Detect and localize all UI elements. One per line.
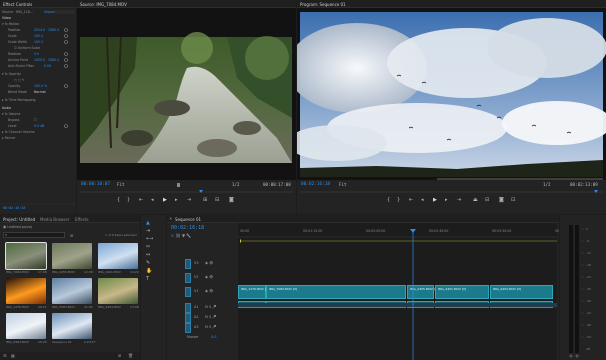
hand-tool-icon[interactable]: ✋ <box>146 267 153 275</box>
project-item-name: IMG_1276.MOV <box>6 305 29 309</box>
project-item-duration: 15:20 <box>38 340 47 344</box>
effect-controls-panel: Effect Controls Source · IMG_118... Sequ… <box>0 0 76 214</box>
tab-project[interactable]: Project: Untitled <box>3 217 35 222</box>
compare-icon[interactable]: ⊡ <box>511 197 515 203</box>
project-item-name: IMG_2993.MOV <box>6 340 29 344</box>
project-item-duration: 13:08 <box>130 305 139 309</box>
source-controls: { } ⇤ ◂ ▶ ▸ ⇥ ⊞ ⊟ ◙ <box>117 197 267 207</box>
selection-tool-icon[interactable]: ▲ <box>146 219 153 227</box>
project-search-input[interactable]: ⌕ <box>3 232 65 238</box>
source-monitor-panel: Source: IMG_7084.MOV 00:00:10:07 Fit 1/2… <box>77 0 296 214</box>
project-item-duration: 20:11 <box>38 305 47 309</box>
razor-tool-icon[interactable]: ✂ <box>146 243 153 251</box>
mark-out-icon[interactable]: } <box>397 197 400 203</box>
project-item-thumbnail[interactable] <box>52 243 92 269</box>
project-panel: Project: Untitled Media Browser Effects … <box>0 215 140 360</box>
project-item-thumbnail[interactable] <box>98 278 138 304</box>
overwrite-icon[interactable]: ⊟ <box>215 197 219 203</box>
pen-tool-icon[interactable]: ✎ <box>146 259 153 267</box>
track-select-icon[interactable]: ⇥ <box>146 227 153 235</box>
project-item-thumbnail[interactable] <box>5 242 47 270</box>
project-item-duration: 17:08 <box>38 270 47 274</box>
meter-bars <box>569 225 584 358</box>
mark-in-icon[interactable]: { <box>117 197 120 203</box>
master-label: Master <box>187 335 199 339</box>
delete-icon[interactable]: 🗑 <box>128 353 133 358</box>
audio-meter-panel: 0 -6 -12 -18 -24 -30 -36 -42 -48 -54 dB <box>560 215 606 360</box>
project-item-name: Sequence 01 <box>52 340 72 344</box>
list-view-icon[interactable]: ☰ <box>3 353 7 358</box>
step-back-icon[interactable]: ◂ <box>421 197 424 203</box>
source-transport <box>80 183 293 193</box>
project-item-name: IMG_4454.MOV <box>98 305 121 309</box>
export-frame-icon[interactable]: ◙ <box>229 197 234 203</box>
tab-effects[interactable]: Effects <box>75 217 89 222</box>
project-item-count: 1 of 9 items selected <box>105 233 137 237</box>
project-item-duration: 11:05 <box>84 305 93 309</box>
master-row: Master 0.0 <box>167 333 237 341</box>
play-icon[interactable]: ▶ <box>433 197 437 203</box>
search-icon: ⌕ <box>5 232 8 237</box>
new-item-icon[interactable]: ⊞ <box>118 353 121 358</box>
go-to-in-icon[interactable]: ⇤ <box>409 197 413 203</box>
project-item-name: IMG_4401.MOV <box>98 270 121 274</box>
project-item-name: IMG_5563.MOV <box>52 305 75 309</box>
project-item-thumbnail[interactable] <box>52 278 92 304</box>
program-controls: { } ⇤ ◂ ▶ ▸ ⇥ ⏏ ⊟ ◙ ⊡ <box>387 197 587 207</box>
project-file: ▣ Untitled.prproj <box>3 225 32 229</box>
go-to-out-icon[interactable]: ⇥ <box>187 197 191 203</box>
program-transport <box>300 178 603 193</box>
project-item-thumbnail[interactable] <box>98 243 138 269</box>
play-icon[interactable]: ▶ <box>163 197 167 203</box>
project-file-label: Untitled.prproj <box>7 225 32 229</box>
lift-icon[interactable]: ⏏ <box>473 197 478 203</box>
keyframe-icons <box>0 10 76 205</box>
go-to-in-icon[interactable]: ⇤ <box>139 197 143 203</box>
project-item-thumbnail[interactable] <box>6 278 46 304</box>
ec-timecode[interactable]: 00:02:16:18 <box>3 206 25 210</box>
ripple-edit-icon[interactable]: ⟷ <box>146 235 153 243</box>
program-monitor-panel: Program: Sequence 01 00:02:16:18 Fit 1/2… <box>297 0 606 214</box>
go-to-out-icon[interactable]: ⇥ <box>457 197 461 203</box>
step-forward-icon[interactable]: ▸ <box>175 197 178 203</box>
icon-view-icon[interactable]: ▦ <box>11 353 15 358</box>
project-header: Project: Untitled Media Browser Effects <box>0 215 140 223</box>
project-footer: ☰ ▦ ⊞ 🗑 <box>0 352 140 360</box>
export-frame-icon[interactable]: ◙ <box>499 197 504 203</box>
project-item-thumbnail[interactable] <box>6 313 46 339</box>
project-item-duration: 2:24:17 <box>84 340 96 344</box>
project-item-name: IMG_2455.MOV <box>52 270 75 274</box>
project-item-name: IMG_7084.MOV <box>6 270 29 274</box>
mark-out-icon[interactable]: } <box>127 197 130 203</box>
step-forward-icon[interactable]: ▸ <box>445 197 448 203</box>
mark-in-icon[interactable]: { <box>387 197 390 203</box>
step-back-icon[interactable]: ◂ <box>151 197 154 203</box>
slip-tool-icon[interactable]: ↔ <box>146 251 153 259</box>
project-item-duration: 12:08 <box>84 270 93 274</box>
extract-icon[interactable]: ⊟ <box>485 197 489 203</box>
project-item-duration: 14:20 <box>130 270 139 274</box>
type-tool-icon[interactable]: T <box>146 275 153 283</box>
insert-icon[interactable]: ⊞ <box>203 197 207 203</box>
master-value[interactable]: 0.0 <box>211 335 216 339</box>
tools-panel: ▲ ⇥ ⟷ ✂ ↔ ✎ ✋ T <box>141 215 166 360</box>
new-bin-icon[interactable]: ⊞ <box>70 233 73 238</box>
tab-media-browser[interactable]: Media Browser <box>40 217 70 222</box>
timeline-panel: × Sequence 01 00:02:16:18 ⊂ ⛓ ▼ 🔧 V3 ◉ 👁 V… <box>167 215 559 360</box>
project-item-thumbnail[interactable] <box>52 313 92 339</box>
